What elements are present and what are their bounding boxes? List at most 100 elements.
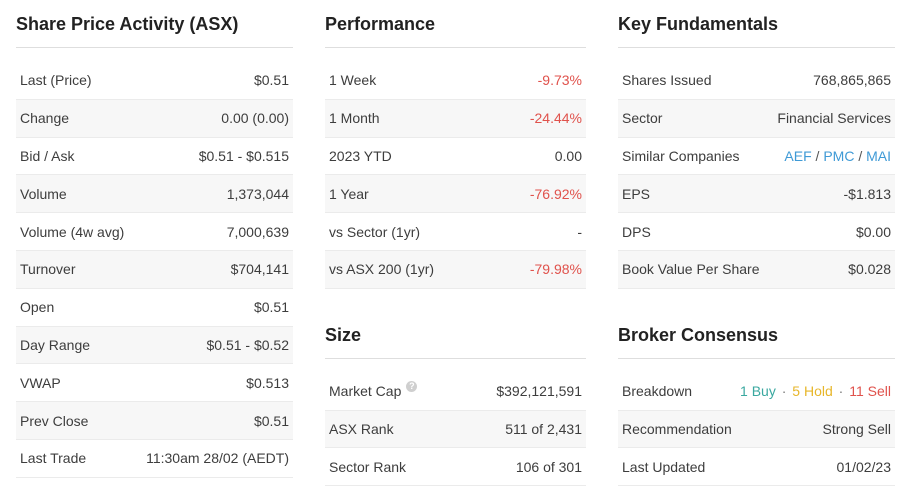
breakdown-value: 1 Buy · 5 Hold · 11 Sell	[740, 383, 891, 399]
row-label: ASX Rank	[329, 420, 394, 437]
last-updated-link[interactable]: 01/02/23	[837, 459, 892, 475]
row-value: 0.00	[554, 147, 582, 164]
table-row: Last (Price) $0.51	[16, 62, 293, 100]
row-label: EPS	[622, 185, 651, 202]
row-label: VWAP	[20, 374, 61, 391]
size-section: Size Market Cap ? $392,121,591 ASX Rank …	[325, 299, 586, 487]
link-separator: /	[858, 147, 863, 164]
table-row: 2023 YTD 0.00	[325, 138, 586, 176]
table-row: Sector Rank 106 of 301	[325, 448, 586, 487]
row-label: Market Cap	[329, 383, 402, 400]
row-value: $0.51 - $0.52	[206, 336, 289, 353]
row-label: Recommendation	[622, 420, 732, 437]
row-value: $0.51 - $0.515	[198, 147, 289, 164]
row-value: -24.44%	[529, 110, 582, 127]
row-label: Last (Price)	[20, 72, 92, 89]
row-value: 11:30am 28/02 (AEDT)	[146, 450, 289, 467]
row-value: -9.73%	[537, 72, 582, 89]
row-label: vs Sector (1yr)	[329, 223, 421, 240]
table-row: Change 0.00 (0.00)	[16, 99, 293, 138]
table-row: Shares Issued 768,865,865	[618, 62, 895, 100]
share-price-activity-table: Last (Price) $0.51 Change 0.00 (0.00) Bi…	[16, 62, 293, 478]
row-label: Volume	[20, 185, 67, 202]
table-row: Turnover $704,141	[16, 250, 293, 289]
row-value: $0.00	[855, 223, 891, 240]
broker-consensus-section: Broker Consensus Breakdown 1 Buy · 5 Hol…	[618, 299, 895, 487]
row-value: $0.51	[253, 72, 289, 89]
row-value: 511 of 2,431	[505, 420, 582, 437]
table-row: Prev Close $0.51	[16, 402, 293, 440]
row-label: Bid / Ask	[20, 147, 75, 164]
table-row: ASX Rank 511 of 2,431	[325, 410, 586, 449]
row-value: 106 of 301	[515, 458, 582, 475]
table-row: Similar Companies AEF / PMC / MAI	[618, 138, 895, 176]
row-label: Volume (4w avg)	[20, 223, 125, 240]
row-value: $0.51	[253, 412, 289, 429]
row-label: DPS	[622, 223, 651, 240]
row-value: -$1.813	[843, 185, 891, 202]
table-row: Open $0.51	[16, 289, 293, 327]
table-row: vs ASX 200 (1yr) -79.98%	[325, 250, 586, 289]
size-table: Market Cap ? $392,121,591 ASX Rank 511 o…	[325, 373, 586, 487]
row-value: -76.92%	[529, 185, 582, 202]
row-value: 1,373,044	[226, 185, 289, 202]
row-value: Financial Services	[777, 110, 891, 127]
row-value: $0.028	[848, 261, 891, 278]
row-label: Turnover	[20, 261, 76, 278]
key-fundamentals-table: Shares Issued 768,865,865 Sector Financi…	[618, 62, 895, 289]
row-value: -79.98%	[529, 261, 582, 278]
company-link-mai[interactable]: MAI	[866, 148, 891, 164]
similar-companies-links: AEF / PMC / MAI	[784, 148, 891, 164]
table-row: VWAP $0.513	[16, 364, 293, 403]
table-row: 1 Week -9.73%	[325, 62, 586, 100]
performance-table: 1 Week -9.73% 1 Month -24.44% 2023 YTD 0…	[325, 62, 586, 289]
table-row: Volume 1,373,044	[16, 175, 293, 214]
link-separator: /	[815, 147, 820, 164]
row-label: Sector	[622, 110, 663, 127]
section-heading-size: Size	[325, 299, 586, 359]
table-row: DPS $0.00	[618, 213, 895, 251]
row-value: $392,121,591	[496, 383, 582, 400]
row-value: $704,141	[230, 261, 289, 278]
row-label: Sector Rank	[329, 458, 407, 475]
table-row: Breakdown 1 Buy · 5 Hold · 11 Sell	[618, 373, 895, 411]
row-label: Prev Close	[20, 412, 89, 429]
table-row: Market Cap ? $392,121,591	[325, 373, 586, 411]
table-row: 1 Month -24.44%	[325, 99, 586, 138]
table-row: Day Range $0.51 - $0.52	[16, 326, 293, 365]
question-circle-icon[interactable]: ?	[406, 380, 418, 392]
dot-separator: ·	[838, 383, 844, 400]
row-label: 1 Year	[329, 185, 369, 202]
row-label: Book Value Per Share	[622, 261, 760, 278]
row-label: 1 Month	[329, 110, 380, 127]
section-heading-broker-consensus: Broker Consensus	[618, 299, 895, 359]
row-label: Last Trade	[20, 450, 87, 467]
table-row: Recommendation Strong Sell	[618, 410, 895, 449]
row-value: $0.513	[246, 374, 289, 391]
row-label: Day Range	[20, 336, 91, 353]
table-row: Bid / Ask $0.51 - $0.515	[16, 138, 293, 176]
dot-separator: ·	[781, 383, 787, 400]
table-row: Last Updated 01/02/23	[618, 448, 895, 487]
share-price-activity-section: Share Price Activity (ASX) Last (Price) …	[16, 0, 293, 478]
performance-size-column: Performance 1 Week -9.73% 1 Month -24.44…	[325, 0, 586, 487]
row-value: -	[577, 223, 582, 240]
row-label: Shares Issued	[622, 72, 712, 89]
broker-consensus-table: Breakdown 1 Buy · 5 Hold · 11 Sell Recom…	[618, 373, 895, 487]
row-label: Open	[20, 299, 55, 316]
row-label: Breakdown	[622, 383, 693, 400]
company-link-pmc[interactable]: PMC	[823, 148, 854, 164]
section-heading-share-price-activity: Share Price Activity (ASX)	[16, 0, 293, 48]
row-label: Change	[20, 110, 70, 127]
section-heading-performance: Performance	[325, 0, 586, 48]
table-row: vs Sector (1yr) -	[325, 213, 586, 251]
row-label: Similar Companies	[622, 147, 740, 164]
sell-count: 11 Sell	[849, 383, 891, 400]
table-row: Sector Financial Services	[618, 99, 895, 138]
company-link-aef[interactable]: AEF	[784, 148, 811, 164]
row-label: 2023 YTD	[329, 147, 392, 164]
fundamentals-broker-column: Key Fundamentals Shares Issued 768,865,8…	[618, 0, 895, 487]
buy-count: 1 Buy	[740, 383, 776, 400]
row-label: 1 Week	[329, 72, 377, 89]
row-value: 0.00 (0.00)	[221, 110, 289, 127]
